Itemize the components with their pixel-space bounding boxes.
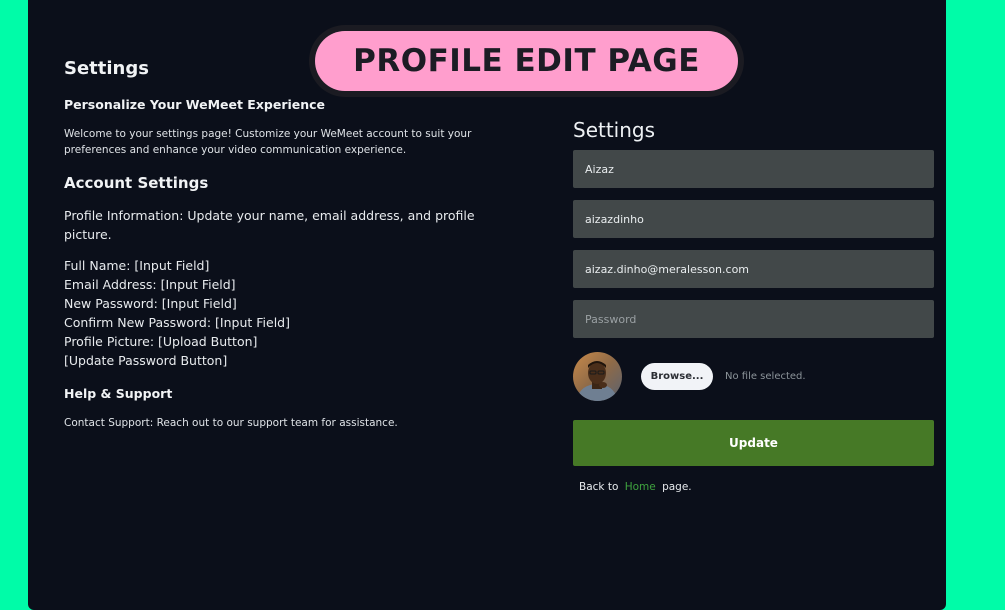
back-suffix: page. — [662, 481, 692, 493]
list-item: Profile Picture: [Upload Button] — [64, 334, 258, 349]
profile-edit-form: Settings Aizaz aizazdinho aizaz.dinho@me… — [573, 118, 934, 493]
avatar — [573, 351, 622, 401]
back-prefix: Back to — [579, 481, 619, 493]
list-item: Full Name: [Input Field] — [64, 258, 210, 273]
list-item: New Password: [Input Field] — [64, 296, 237, 311]
profile-picture-row: Browse... No file selected. — [573, 350, 934, 402]
email-field[interactable] — [573, 250, 934, 288]
list-item: [Update Password Button] — [64, 353, 228, 368]
list-item: Confirm New Password: [Input Field] — [64, 315, 290, 330]
home-link[interactable]: Home — [625, 481, 656, 493]
list-item: Email Address: [Input Field] — [64, 277, 236, 292]
username-field[interactable] — [573, 200, 934, 238]
help-support-heading: Help & Support — [64, 386, 173, 401]
title-banner-label: PROFILE EDIT PAGE — [315, 31, 738, 91]
profile-info-text: Profile Information: Update your name, e… — [64, 208, 475, 242]
info-subtitle: Personalize Your WeMeet Experience — [64, 97, 326, 112]
update-button[interactable]: Update — [573, 420, 934, 466]
settings-info-panel: Settings Personalize Your WeMeet Experie… — [64, 58, 484, 431]
full-name-field[interactable] — [573, 150, 934, 188]
avatar-photo — [573, 351, 622, 401]
contact-support-text: Contact Support: Reach out to our suppor… — [64, 417, 398, 429]
back-to-home-text: Back to Home page. — [579, 481, 934, 493]
info-intro: Welcome to your settings page! Customize… — [64, 128, 472, 156]
field-list: Full Name: [Input Field] Email Address: … — [64, 256, 484, 370]
browse-button[interactable]: Browse... — [641, 362, 713, 390]
title-banner: PROFILE EDIT PAGE — [309, 25, 744, 97]
account-settings-heading: Account Settings — [64, 174, 209, 192]
password-field[interactable] — [573, 300, 934, 338]
no-file-status: No file selected. — [725, 370, 806, 382]
form-title: Settings — [573, 118, 656, 142]
